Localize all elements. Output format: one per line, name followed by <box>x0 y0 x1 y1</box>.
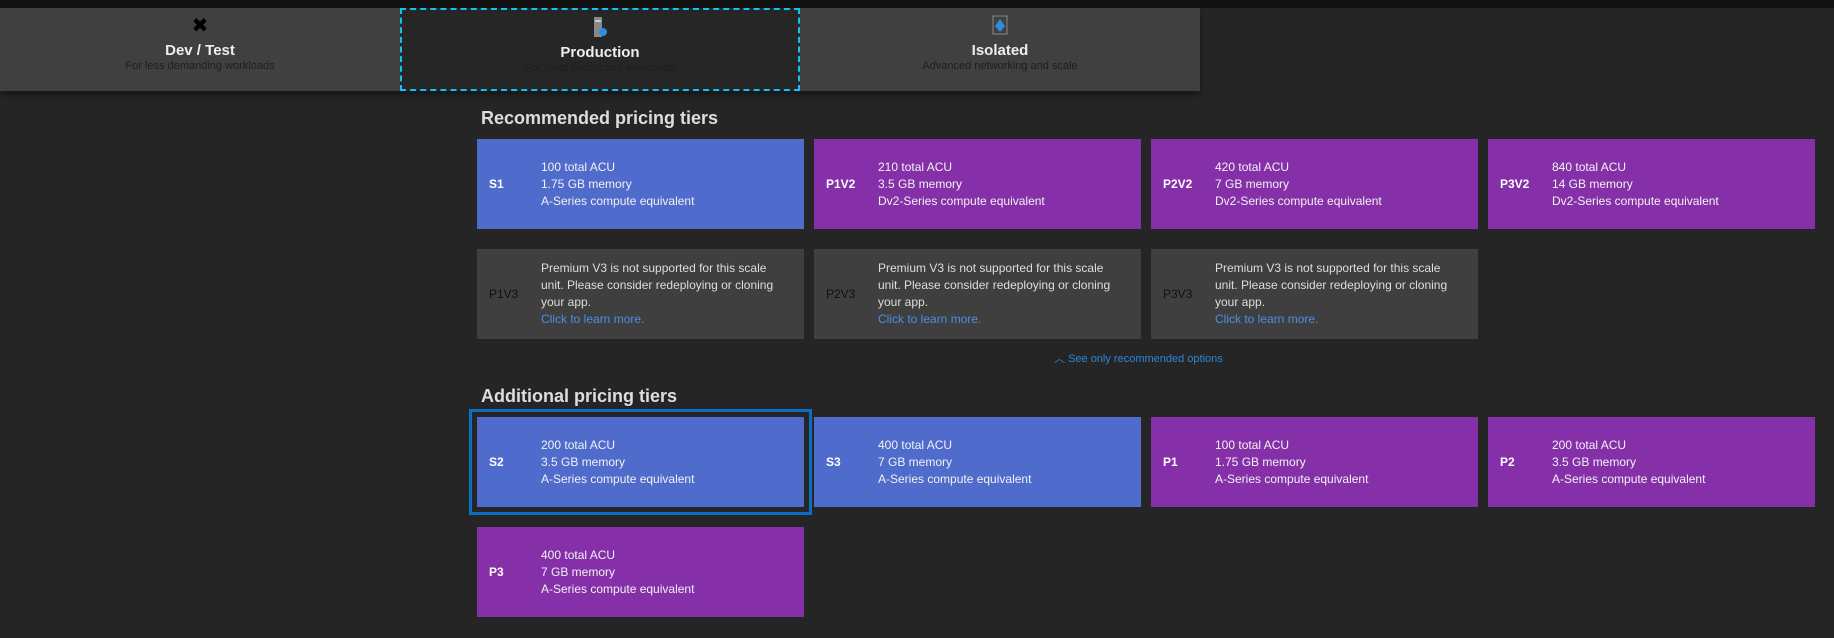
tier-card-p3[interactable]: P3 400 total ACU 7 GB memory A-Series compu… <box>477 527 804 617</box>
tier-name: P2 <box>1500 455 1515 469</box>
chevron-up-icon: ︿ <box>1054 353 1065 365</box>
tier-card-s3[interactable]: S3 400 total ACU 7 GB memory A-Series compu… <box>814 417 1141 507</box>
learn-more-link[interactable]: Click to learn more. <box>541 311 791 328</box>
tier-detail-line: A-Series compute equivalent <box>541 471 695 486</box>
learn-more-link[interactable]: Click to learn more. <box>878 311 1128 328</box>
tier-details: 840 total ACU 14 GB memory Dv2-Series comp… <box>1552 159 1719 210</box>
tools-icon: ✖ <box>191 15 209 37</box>
tab-isolated[interactable]: Isolated Advanced networking and scale <box>800 8 1200 91</box>
tier-name: S1 <box>489 177 504 191</box>
tier-card-p2[interactable]: P2 200 total ACU 3.5 GB memory A-Series com… <box>1488 417 1815 507</box>
tier-detail-line: 200 total ACU <box>541 437 616 452</box>
tab-title: Isolated <box>971 42 1029 59</box>
unsupported-message: Premium V3 is not supported for this sca… <box>541 261 774 309</box>
tier-name: P2V2 <box>1163 177 1193 191</box>
unsupported-message: Premium V3 is not supported for this sca… <box>878 261 1111 309</box>
tier-name: P1V2 <box>826 177 856 191</box>
tier-message: Premium V3 is not supported for this sca… <box>1215 260 1465 328</box>
tier-name: P3V2 <box>1500 177 1530 191</box>
see-only-recommended-link[interactable]: ︿ See only recommended options <box>1054 350 1223 366</box>
recommended-grid: S1 100 total ACU 1.75 GB memory A-Series co… <box>477 139 1815 339</box>
recommended-heading: Recommended pricing tiers <box>481 108 719 128</box>
tier-detail-line: 210 total ACU <box>878 159 953 174</box>
tier-name: S3 <box>826 455 841 469</box>
tier-name: P3V3 <box>1163 287 1193 301</box>
tier-name: S2 <box>489 455 504 469</box>
tier-detail-line: Dv2-Series compute equivalent <box>1552 193 1719 208</box>
tier-card-p3v2[interactable]: P3V2 840 total ACU 14 GB memory Dv2-Series … <box>1488 139 1815 229</box>
tier-detail-line: 3.5 GB memory <box>878 176 963 191</box>
tab-title: Production <box>560 44 640 61</box>
additional-grid: S2 200 total ACU 3.5 GB memory A-Series com… <box>469 409 1815 617</box>
tier-detail-line: 100 total ACU <box>1215 437 1290 452</box>
tier-detail-line: 14 GB memory <box>1552 176 1633 191</box>
isolated-icon <box>800 14 1200 38</box>
tier-details: 100 total ACU 1.75 GB memory A-Series comp… <box>1215 437 1368 488</box>
tier-card-s1[interactable]: S1 100 total ACU 1.75 GB memory A-Series co… <box>477 139 804 229</box>
tier-name: P1 <box>1163 455 1178 469</box>
workload-tabs: ✖ Dev / Test For less demanding workload… <box>0 8 1200 91</box>
tier-detail-line: 420 total ACU <box>1215 159 1290 174</box>
tier-detail-line: 1.75 GB memory <box>1215 454 1306 469</box>
top-strip <box>0 0 1834 8</box>
tab-subtitle: For less demanding workloads <box>125 60 275 72</box>
tier-message: Premium V3 is not supported for this sca… <box>878 260 1128 328</box>
tier-detail-line: A-Series compute equivalent <box>1215 471 1369 486</box>
tab-production[interactable]: Production For most production workloads <box>400 8 800 91</box>
tier-details: 100 total ACU 1.75 GB memory A-Series comp… <box>541 159 694 210</box>
tier-card-p2v2[interactable]: P2V2 420 total ACU 7 GB memory Dv2-Series c… <box>1151 139 1478 229</box>
tier-detail-line: A-Series compute equivalent <box>541 193 695 208</box>
tier-details: 200 total ACU 3.5 GB memory A-Series compu… <box>541 437 694 488</box>
tab-subtitle: Advanced networking and scale <box>922 60 1078 72</box>
tier-details: 400 total ACU 7 GB memory A-Series compute… <box>541 547 694 598</box>
tier-details: 400 total ACU 7 GB memory A-Series compute… <box>878 437 1031 488</box>
learn-more-link[interactable]: Click to learn more. <box>1215 311 1465 328</box>
tab-subtitle: For most production workloads <box>524 62 676 74</box>
tier-card-p1v3: P1V3 Premium V3 is not supported for this… <box>477 249 804 339</box>
tier-name: P1V3 <box>489 287 519 301</box>
tier-detail-line: 400 total ACU <box>878 437 953 452</box>
tier-detail-line: Dv2-Series compute equivalent <box>878 193 1045 208</box>
tier-card-p1v2[interactable]: P1V2 210 total ACU 3.5 GB memory Dv2-Series… <box>814 139 1141 229</box>
tier-card-p1[interactable]: P1 100 total ACU 1.75 GB memory A-Series co… <box>1151 417 1478 507</box>
tier-detail-line: 7 GB memory <box>878 454 953 469</box>
tier-detail-line: A-Series compute equivalent <box>878 471 1032 486</box>
tier-detail-line: 100 total ACU <box>541 159 616 174</box>
additional-heading: Additional pricing tiers <box>481 386 678 406</box>
tier-card-p3v3: P3V3 Premium V3 is not supported for this… <box>1151 249 1478 339</box>
tier-details: 420 total ACU 7 GB memory Dv2-Series compu… <box>1215 159 1382 210</box>
tab-dev-test[interactable]: ✖ Dev / Test For less demanding workload… <box>0 8 400 91</box>
tier-detail-line: 1.75 GB memory <box>541 176 632 191</box>
tier-detail-line: 7 GB memory <box>1215 176 1290 191</box>
tier-details: 210 total ACU 3.5 GB memory Dv2-Series com… <box>878 159 1045 210</box>
tier-name: P3 <box>489 565 504 579</box>
unsupported-message: Premium V3 is not supported for this sca… <box>1215 261 1448 309</box>
tier-detail-line: 400 total ACU <box>541 547 616 562</box>
tier-detail-line: A-Series compute equivalent <box>541 581 695 596</box>
tier-detail-line: Dv2-Series compute equivalent <box>1215 193 1382 208</box>
tier-detail-line: 3.5 GB memory <box>541 454 626 469</box>
tier-name: P2V3 <box>826 287 856 301</box>
tier-detail-line: 200 total ACU <box>1552 437 1627 452</box>
tier-detail-line: 7 GB memory <box>541 564 616 579</box>
tier-detail-line: 840 total ACU <box>1552 159 1627 174</box>
tier-details: 200 total ACU 3.5 GB memory A-Series compu… <box>1552 437 1705 488</box>
tab-title: Dev / Test <box>165 42 235 59</box>
see-only-label: See only recommended options <box>1068 353 1223 365</box>
tier-detail-line: A-Series compute equivalent <box>1552 471 1706 486</box>
server-icon <box>402 16 798 40</box>
tier-card-s2[interactable]: S2 200 total ACU 3.5 GB memory A-Series com… <box>469 409 812 515</box>
tier-card-p2v3: P2V3 Premium V3 is not supported for this… <box>814 249 1141 339</box>
tier-detail-line: 3.5 GB memory <box>1552 454 1637 469</box>
tier-message: Premium V3 is not supported for this sca… <box>541 260 791 328</box>
